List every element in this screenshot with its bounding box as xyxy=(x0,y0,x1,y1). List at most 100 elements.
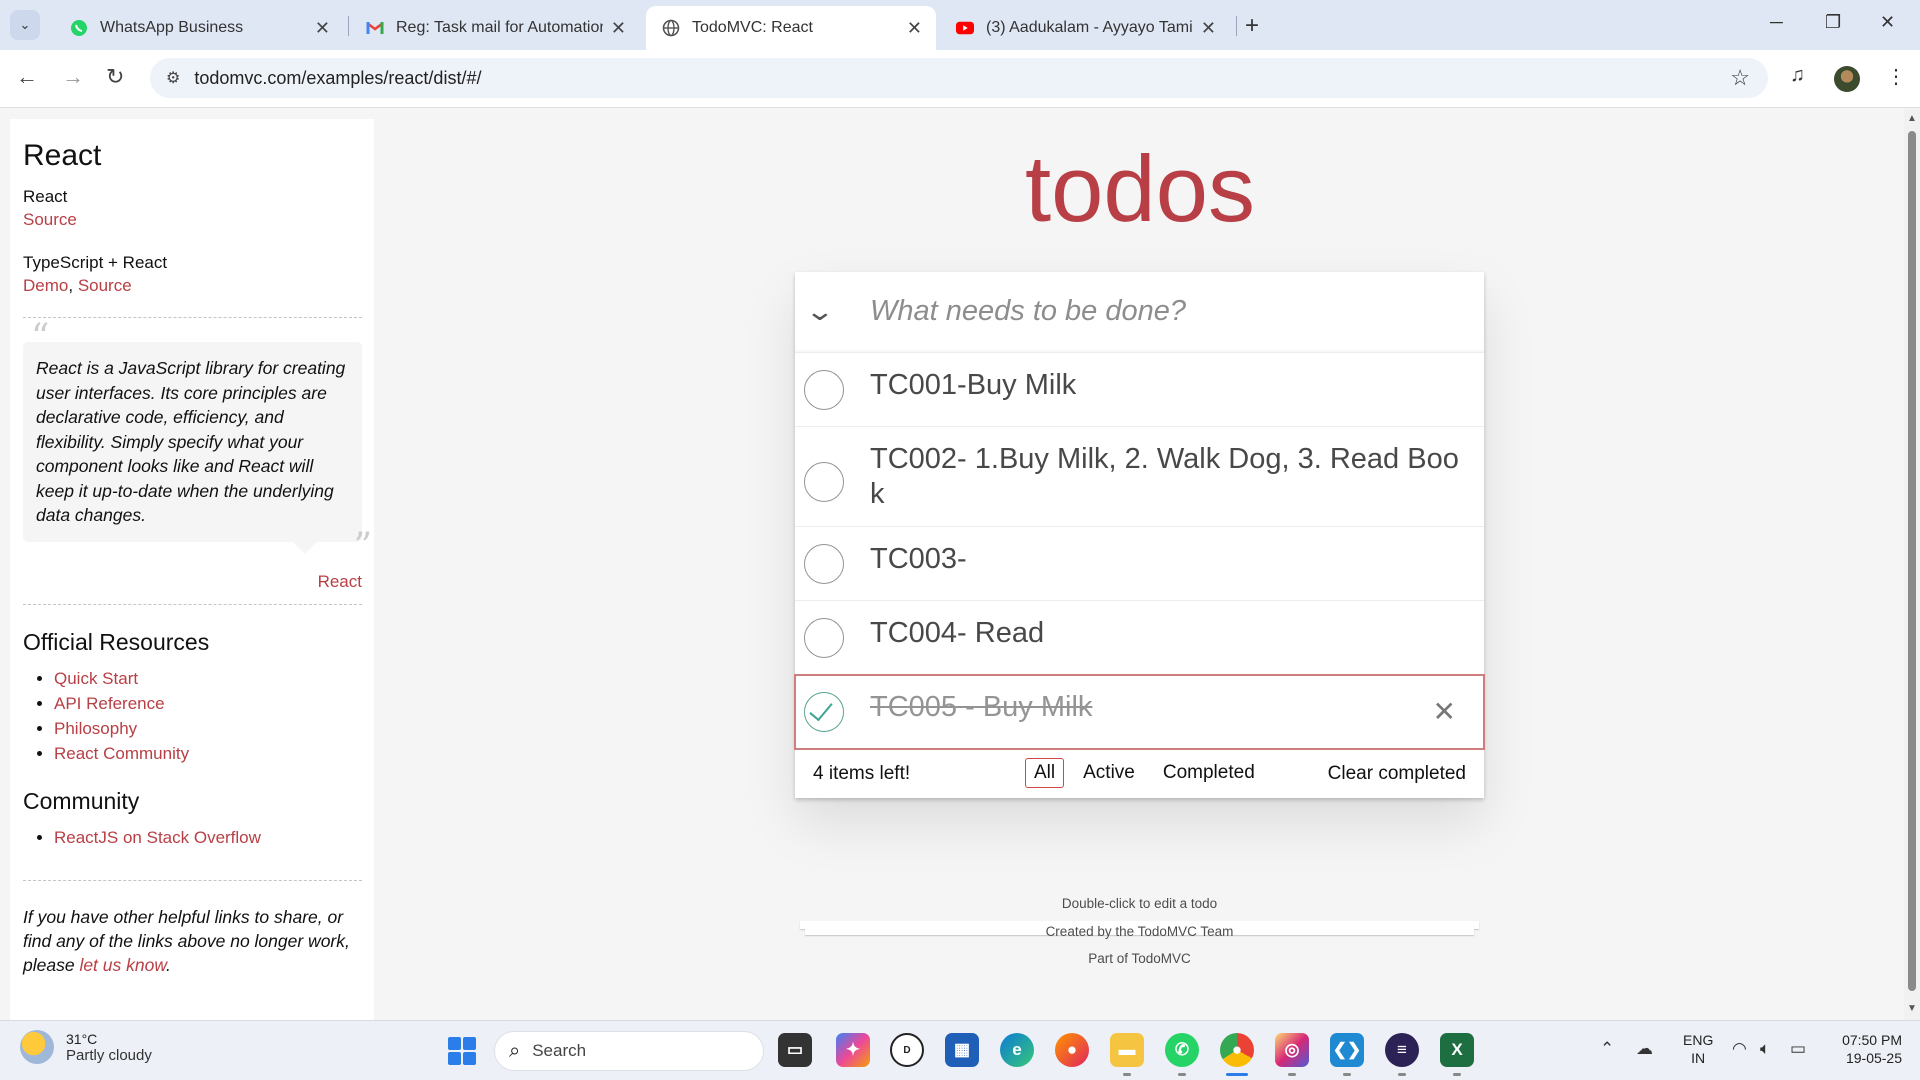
scroll-down-icon[interactable]: ▼ xyxy=(1907,1003,1917,1014)
instagram-icon[interactable]: ◎ xyxy=(1275,1033,1309,1076)
filter-active[interactable]: Active xyxy=(1074,758,1144,788)
close-window-icon[interactable]: ✕ xyxy=(1880,12,1895,33)
footnote: If you have other helpful links to share… xyxy=(23,905,362,977)
microsoft-store-icon[interactable]: ▦ xyxy=(945,1033,979,1067)
system-clock[interactable]: 07:50 PM 19-05-25 xyxy=(1826,1031,1902,1067)
tab-todomvc[interactable]: TodoMVC: React ✕ xyxy=(646,6,936,50)
close-icon[interactable]: ✕ xyxy=(611,18,626,39)
tab-title: (3) Aadukalam - Ayyayo Tamil L xyxy=(986,19,1193,36)
profile-avatar[interactable] xyxy=(1834,66,1860,92)
task-view-icon[interactable]: ▭ xyxy=(778,1033,812,1067)
info-line: Double-click to edit a todo xyxy=(1061,896,1218,911)
todo-item-completed[interactable]: TC005 - Buy Milk ✕ xyxy=(794,674,1485,750)
url-text[interactable]: todomvc.com/examples/react/dist/#/ xyxy=(194,68,481,89)
let-us-know-link[interactable]: let us know xyxy=(79,955,166,975)
close-icon[interactable]: ✕ xyxy=(315,18,330,39)
divider xyxy=(23,879,362,881)
excel-icon[interactable]: X xyxy=(1440,1033,1474,1076)
quote-source-link[interactable]: React xyxy=(318,572,362,591)
reload-icon[interactable]: ↻ xyxy=(106,64,124,90)
site-settings-icon[interactable]: ⚙ xyxy=(166,68,180,88)
restore-icon[interactable]: ❐ xyxy=(1825,12,1841,33)
chrome-icon[interactable]: ● xyxy=(1220,1033,1254,1076)
new-todo-input[interactable] xyxy=(870,286,1460,336)
todo-toggle-checkbox[interactable] xyxy=(804,370,844,410)
quote-tail xyxy=(293,541,317,554)
open-quote-icon: “ xyxy=(31,317,50,358)
filter-all[interactable]: All xyxy=(1025,758,1065,788)
forward-icon[interactable]: → xyxy=(62,64,84,90)
back-icon[interactable]: ← xyxy=(16,64,38,90)
philosophy-link[interactable]: Philosophy xyxy=(54,719,137,738)
media-control-icon[interactable]: ♫ xyxy=(1790,64,1805,87)
taskbar-search[interactable]: ⌕ Search xyxy=(494,1031,764,1071)
todo-label[interactable]: TC004- Read xyxy=(795,601,1484,665)
todo-item[interactable]: TC004- Read xyxy=(795,601,1484,675)
volume-icon[interactable]: 🔈︎ xyxy=(1760,1039,1770,1059)
divider xyxy=(23,317,362,318)
copilot-icon[interactable]: ✦ xyxy=(836,1033,870,1067)
new-tab-button[interactable]: + xyxy=(1245,12,1259,40)
close-icon[interactable]: ✕ xyxy=(907,18,922,39)
partly-cloudy-icon xyxy=(20,1030,54,1064)
todo-label[interactable]: TC001-Buy Milk xyxy=(795,353,1484,417)
toggle-all-chevron-icon[interactable]: ⌄ xyxy=(805,296,836,327)
todo-item[interactable]: TC001-Buy Milk xyxy=(795,353,1484,427)
address-bar[interactable]: ⚙ todomvc.com/examples/react/dist/#/ ☆ xyxy=(150,58,1768,98)
language-indicator[interactable]: ENG IN xyxy=(1683,1031,1713,1067)
quote-text: React is a JavaScript library for creati… xyxy=(36,358,346,525)
todo-label[interactable]: TC003- xyxy=(795,527,1484,591)
dell-icon[interactable]: D xyxy=(890,1033,924,1067)
youtube-icon xyxy=(956,19,974,37)
wifi-icon[interactable]: ◠ xyxy=(1732,1039,1747,1059)
battery-icon[interactable]: ▭ xyxy=(1790,1039,1806,1059)
search-label: Search xyxy=(532,1041,587,1060)
todo-item[interactable]: TC002- 1.Buy Milk, 2. Walk Dog, 3. Read … xyxy=(795,427,1484,527)
source-link[interactable]: Source xyxy=(78,276,132,295)
todo-toggle-checkbox-checked[interactable] xyxy=(804,692,844,732)
community-heading: Community xyxy=(23,787,140,814)
clear-completed-button[interactable]: Clear completed xyxy=(1328,763,1466,785)
bookmark-star-icon[interactable]: ☆ xyxy=(1730,65,1750,91)
onedrive-cloud-icon[interactable]: ☁ xyxy=(1636,1039,1653,1059)
tab-title: Reg: Task mail for Automation T xyxy=(396,19,603,36)
official-resources-heading: Official Resources xyxy=(23,628,210,655)
start-button-windows-icon[interactable] xyxy=(448,1037,476,1065)
quick-start-link[interactable]: Quick Start xyxy=(54,669,138,688)
whatsapp-taskbar-icon[interactable]: ✆ xyxy=(1165,1033,1199,1076)
source-link[interactable]: Source xyxy=(23,210,77,229)
api-reference-link[interactable]: API Reference xyxy=(54,694,165,713)
eclipse-icon[interactable]: ≡ xyxy=(1385,1033,1419,1076)
weather-widget[interactable]: 31°C Partly cloudy xyxy=(20,1030,152,1064)
close-icon[interactable]: ✕ xyxy=(1201,18,1216,39)
minimize-icon[interactable]: ─ xyxy=(1770,12,1783,33)
show-hidden-icons-chevron-icon[interactable]: ⌃ xyxy=(1600,1039,1614,1059)
menu-kebab-icon[interactable]: ⋮ xyxy=(1886,64,1906,89)
react-community-link[interactable]: React Community xyxy=(54,744,189,763)
todo-label[interactable]: TC002- 1.Buy Milk, 2. Walk Dog, 3. Read … xyxy=(795,427,1484,526)
file-explorer-icon[interactable]: ▬ xyxy=(1110,1033,1144,1076)
scrollbar-thumb[interactable] xyxy=(1908,131,1916,991)
tab-gmail[interactable]: Reg: Task mail for Automation T ✕ xyxy=(350,6,640,50)
edge-icon[interactable]: e xyxy=(1000,1033,1034,1067)
scroll-up-icon[interactable]: ▲ xyxy=(1907,113,1917,124)
tab-search-button[interactable]: ⌄ xyxy=(10,10,40,40)
delete-todo-icon[interactable]: ✕ xyxy=(1433,695,1456,728)
list-item: ReactJS on Stack Overflow xyxy=(54,825,362,850)
example-typescript-react: TypeScript + React Demo, Source xyxy=(23,251,362,297)
todo-toggle-checkbox[interactable] xyxy=(804,462,844,502)
todo-label[interactable]: TC005 - Buy Milk xyxy=(795,675,1484,739)
weather-desc: Partly cloudy xyxy=(66,1046,152,1064)
todo-toggle-checkbox[interactable] xyxy=(804,544,844,584)
todo-toggle-checkbox[interactable] xyxy=(804,618,844,658)
todo-item[interactable]: TC003- xyxy=(795,527,1484,601)
vscode-icon[interactable]: ❮❯ xyxy=(1330,1033,1364,1076)
filter-completed[interactable]: Completed xyxy=(1154,758,1264,788)
demo-link[interactable]: Demo xyxy=(23,276,68,295)
example-react: React Source xyxy=(23,185,362,231)
firefox-icon[interactable]: ● xyxy=(1055,1033,1089,1067)
stack-overflow-link[interactable]: ReactJS on Stack Overflow xyxy=(54,828,261,847)
tab-youtube[interactable]: (3) Aadukalam - Ayyayo Tamil L ✕ xyxy=(940,6,1230,50)
page-scrollbar[interactable]: ▲ ▼ xyxy=(1904,109,1920,1020)
tab-whatsapp[interactable]: WhatsApp Business ✕ xyxy=(54,6,344,50)
